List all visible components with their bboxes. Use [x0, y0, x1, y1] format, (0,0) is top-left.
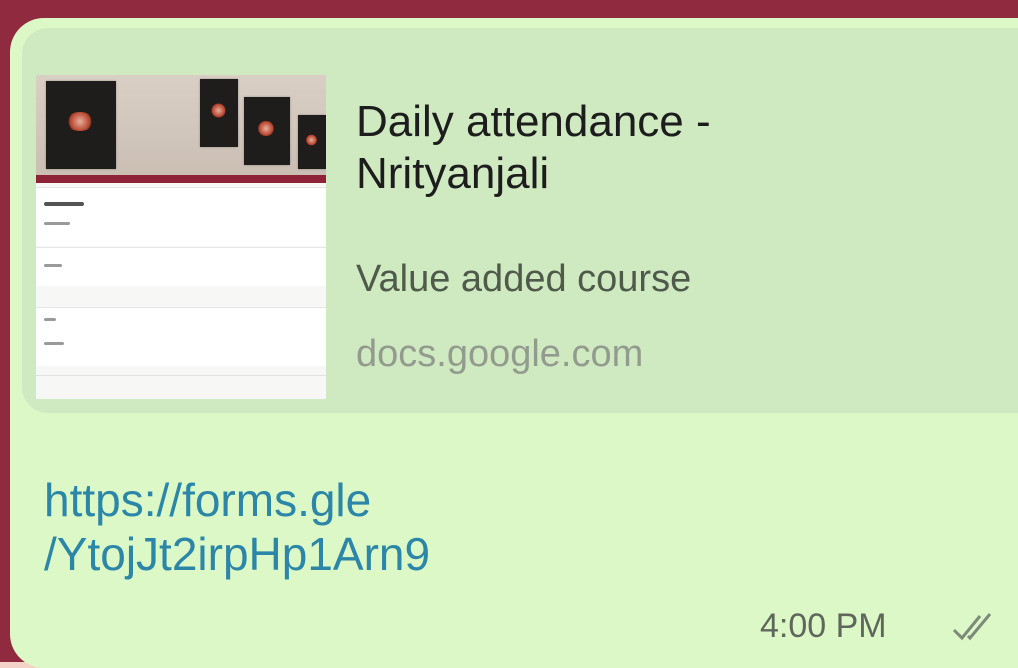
preview-title-line: Daily attendance -	[356, 97, 711, 146]
link-preview-card[interactable]: Daily attendance - Nrityanjali Value add…	[22, 28, 1018, 413]
link-text-line[interactable]: /YtojJt2irpHp1Arn9	[44, 527, 430, 581]
dance-photo	[46, 81, 116, 169]
link-text-line[interactable]: https://forms.gle	[44, 473, 430, 527]
form-section	[36, 307, 326, 366]
preview-domain: docs.google.com	[356, 333, 644, 375]
thumbnail-banner	[36, 75, 326, 175]
message-timestamp: 4:00 PM	[760, 607, 887, 645]
double-check-icon	[952, 613, 992, 641]
dance-photo	[298, 115, 326, 169]
preview-title: Daily attendance - Nrityanjali	[356, 96, 1016, 200]
form-thumbnail	[36, 75, 326, 399]
form-divider	[36, 375, 326, 376]
preview-description: Value added course	[356, 258, 692, 300]
form-section	[36, 247, 326, 286]
thumbnail-stripe	[36, 175, 326, 183]
form-section	[36, 187, 326, 246]
dance-photo	[200, 79, 238, 147]
message-link[interactable]: https://forms.gle /YtojJt2irpHp1Arn9	[44, 473, 430, 581]
dance-photo	[244, 97, 290, 165]
preview-title-line: Nrityanjali	[356, 149, 550, 198]
message-bubble[interactable]: Daily attendance - Nrityanjali Value add…	[10, 18, 1018, 668]
